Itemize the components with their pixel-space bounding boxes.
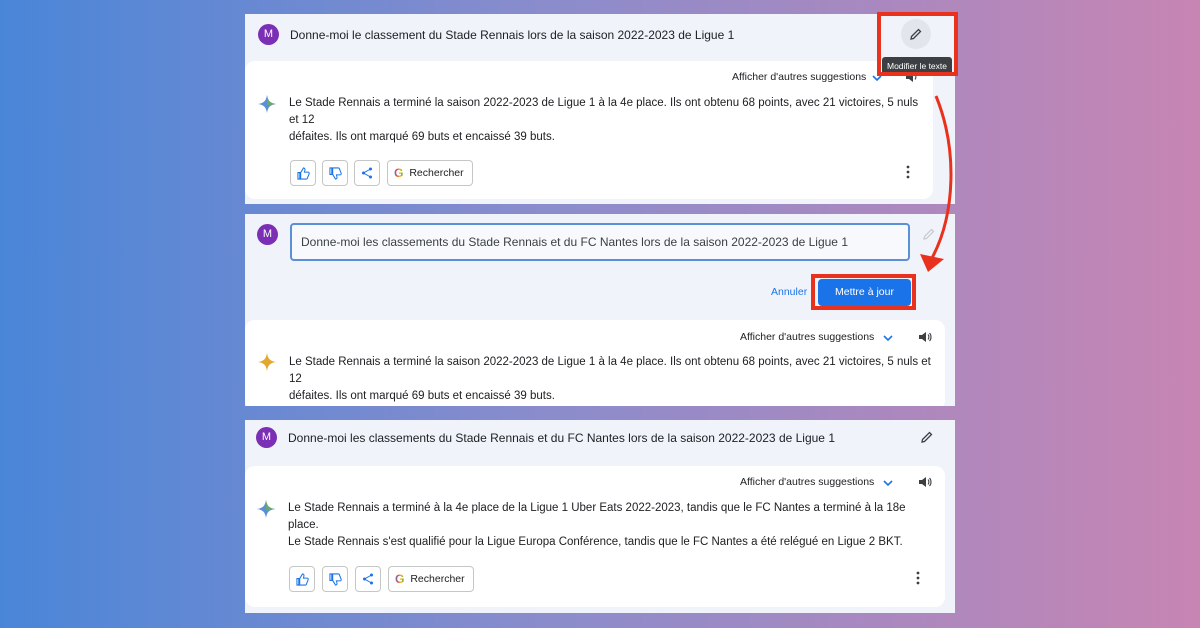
red-arrow <box>920 95 953 272</box>
